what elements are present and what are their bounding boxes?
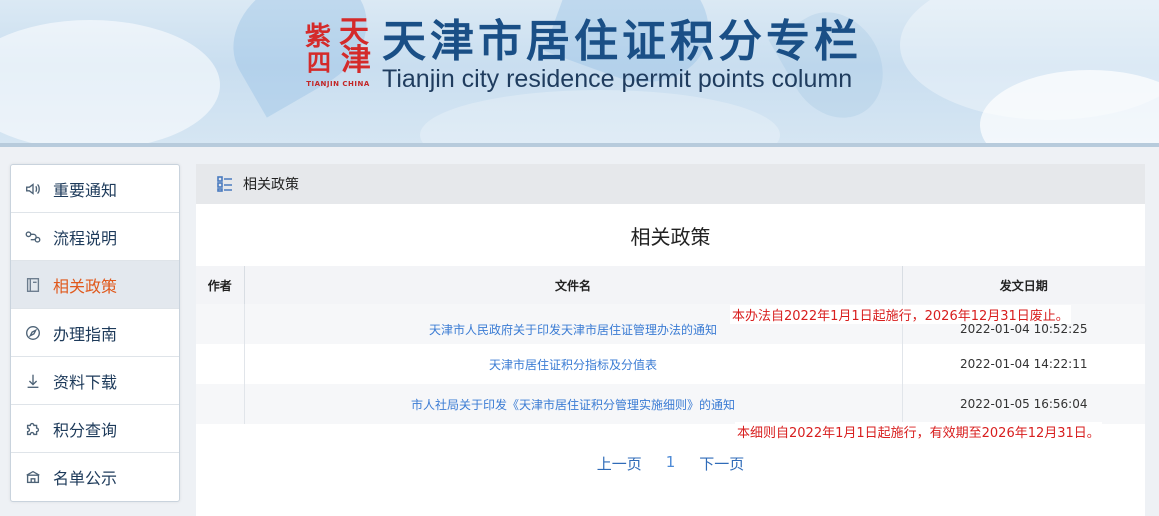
policy-link[interactable]: 天津市人民政府关于印发天津市居住证管理办法的通知 <box>429 323 717 337</box>
book-icon <box>23 275 43 295</box>
breadcrumb: 相关政策 <box>196 164 1145 204</box>
policy-table: 作者 文件名 发文日期 天津市人民政府关于印发天津市居住证管理办法的通知 202… <box>196 266 1145 424</box>
sidebar-item-downloads[interactable]: 资料下载 <box>11 357 179 405</box>
sidebar-item-label: 流程说明 <box>53 228 118 248</box>
sidebar-item-label: 办理指南 <box>53 324 118 344</box>
sidebar-item-policies[interactable]: 相关政策 <box>11 261 179 309</box>
table-row: 市人社局关于印发《天津市居住证积分管理实施细则》的通知 2022-01-05 1… <box>196 384 1145 424</box>
sidebar-nav: 重要通知 流程说明 相关政策 办理指南 资料下载 积分查询 名单公示 <box>10 164 180 502</box>
list-icon <box>216 175 234 193</box>
table-row: 天津市居住证积分指标及分值表 2022-01-04 14:22:11 <box>196 344 1145 384</box>
sidebar-item-label: 积分查询 <box>53 420 118 440</box>
validity-note: 本细则自2022年1月1日起施行，有效期至2026年12月31日。 <box>735 422 1102 441</box>
column-header-filename: 文件名 <box>244 266 903 304</box>
row-author <box>196 384 245 424</box>
breadcrumb-label: 相关政策 <box>243 177 299 193</box>
speaker-icon <box>23 179 43 199</box>
sidebar-item-process[interactable]: 流程说明 <box>11 213 179 261</box>
validity-note: 本办法自2022年1月1日起施行，2026年12月31日废止。 <box>730 305 1071 324</box>
row-author <box>196 304 245 344</box>
puzzle-icon <box>23 419 43 439</box>
flow-link-icon <box>23 227 43 247</box>
site-title: 天津市居住证积分专栏 <box>382 16 862 67</box>
compass-icon <box>23 323 43 343</box>
row-date: 2022-01-05 16:56:04 <box>902 384 1145 424</box>
sidebar-item-label: 重要通知 <box>53 180 118 200</box>
row-author <box>196 344 245 384</box>
building-icon <box>23 467 43 487</box>
column-header-date: 发文日期 <box>902 266 1145 304</box>
pagination: 上一页 1 下一页 <box>196 453 1145 474</box>
column-header-author: 作者 <box>196 266 245 304</box>
download-icon <box>23 371 43 391</box>
sidebar-item-guide[interactable]: 办理指南 <box>11 309 179 357</box>
next-page-button[interactable]: 下一页 <box>699 453 744 474</box>
main-content: 相关政策 相关政策 作者 文件名 发文日期 天津市人民政府关于印发天津市居住证管… <box>196 164 1145 516</box>
sidebar-item-points-query[interactable]: 积分查询 <box>11 405 179 453</box>
header-banner: 天 津 紫 四 TIANJIN CHINA 天津市居住证积分专栏 Tianjin… <box>0 0 1159 147</box>
prev-page-button[interactable]: 上一页 <box>597 453 642 474</box>
sidebar-item-notices[interactable]: 重要通知 <box>11 165 179 213</box>
policy-link[interactable]: 市人社局关于印发《天津市居住证积分管理实施细则》的通知 <box>411 398 735 412</box>
sidebar-item-public-list[interactable]: 名单公示 <box>11 453 179 501</box>
sidebar-item-label: 相关政策 <box>53 276 118 296</box>
sidebar-item-label: 名单公示 <box>53 469 118 488</box>
sidebar-item-label: 资料下载 <box>53 372 118 392</box>
row-date: 2022-01-04 14:22:11 <box>960 357 1088 371</box>
tianjin-logo: 天 津 紫 四 TIANJIN CHINA <box>305 15 371 89</box>
page-number[interactable]: 1 <box>666 453 676 474</box>
policy-link[interactable]: 天津市居住证积分指标及分值表 <box>489 358 657 372</box>
site-subtitle: Tianjin city residence permit points col… <box>382 65 853 93</box>
page-title: 相关政策 <box>630 224 711 249</box>
